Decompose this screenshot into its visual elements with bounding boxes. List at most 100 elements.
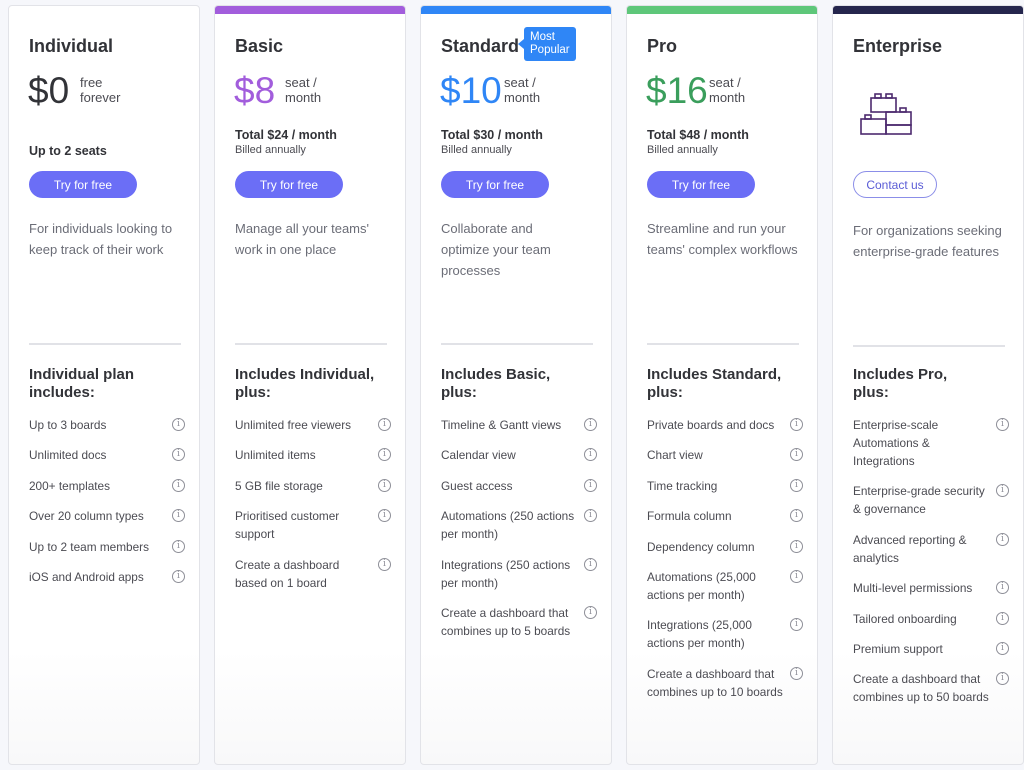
info-icon[interactable]: i [790,509,803,523]
feature-label: Advanced reporting & analytics [853,532,967,565]
features-title: Individual plan includes: [29,366,135,401]
feature-item: Tailored onboarding i [853,610,1009,628]
feature-item: Unlimited free viewers i [235,416,391,434]
feature-item: Multi-level permissions i [853,579,1009,597]
divider [235,343,387,345]
info-icon[interactable]: i [996,484,1009,498]
feature-item: Prioritised customer support i [235,507,391,543]
feature-label: Up to 3 boards [29,418,107,432]
price-unit-line: free [80,75,103,90]
price-unit-line: forever [80,90,121,105]
feature-label: Enterprise-scale Automations & Integrati… [853,418,939,468]
info-icon[interactable]: i [790,448,803,462]
info-icon[interactable]: i [172,539,185,553]
feature-item: Calendar view i [441,446,597,464]
feature-item: Formula column i [647,507,803,525]
feature-label: Tailored onboarding [853,611,957,626]
info-icon[interactable]: i [172,448,185,462]
feature-item: Create a dashboard that combines up to 5… [441,604,597,640]
feature-item: Enterprise-grade security & governance i [853,482,1009,518]
try-for-free-button[interactable]: Try for free [235,171,343,198]
try-for-free-button[interactable]: Try for free [647,171,755,198]
price-unit-line: seat / [709,75,741,90]
price-unit-line: month [285,90,322,105]
feature-list: Up to 3 boards i Unlimited docs i 200+ templ… [29,416,185,598]
feature-label: Integrations (25,000 actions per month) [647,618,752,651]
billing-note: Billed annually [647,144,718,156]
info-icon[interactable]: i [172,569,185,583]
feature-item: Automations (250 actions per month) i [441,507,597,543]
contact-us-button[interactable]: Contact us [853,171,937,198]
plan-price: $0 [28,70,70,111]
plan-description: Manage all your teams' work in one place [235,221,369,257]
info-icon[interactable]: i [378,418,391,431]
info-icon[interactable]: i [172,509,185,523]
info-icon[interactable]: i [172,478,185,492]
info-icon[interactable]: i [584,478,597,492]
info-icon[interactable]: i [378,448,391,462]
price-unit-line: seat / [285,75,317,90]
total-price: Total $24 / month [235,128,337,142]
info-icon[interactable]: i [378,509,391,523]
info-icon[interactable]: i [996,641,1009,655]
info-icon[interactable]: i [996,581,1009,595]
info-icon[interactable]: i [584,448,597,462]
most-popular-badge: Most Popular [518,27,576,61]
info-icon[interactable]: i [584,509,597,523]
feature-item: Create a dashboard that combines up to 1… [647,665,803,701]
feature-item: iOS and Android apps i [29,568,185,586]
info-icon[interactable]: i [790,618,803,632]
feature-item: 5 GB file storage i [235,477,391,495]
plan-name: Enterprise [853,36,943,56]
info-icon[interactable]: i [996,611,1009,625]
feature-label: Up to 2 team members [29,539,149,554]
feature-list: Private boards and docs i Chart view i Time … [647,416,803,713]
info-icon[interactable]: i [378,478,391,492]
feature-label: Unlimited free viewers [235,418,352,432]
feature-item: 200+ templates i [29,477,185,495]
feature-label: 5 GB file storage [235,478,323,493]
feature-item: Up to 2 team members i [29,538,185,556]
feature-item: Dependency column i [647,538,803,556]
price-unit: free forever [80,75,120,105]
info-icon[interactable]: i [790,666,803,680]
plan-description: For organizations seeking enterprise-gra… [853,223,1002,259]
try-for-free-button[interactable]: Try for free [29,171,137,198]
feature-label: Time tracking [647,478,718,493]
info-icon[interactable]: i [584,605,597,619]
plan-card-individual: Individual $0 free forever Up to 2 seats… [8,5,200,765]
feature-label: Multi-level permissions [853,581,973,596]
plan-card-standard: Standard Most Popular $10 seat / month T… [420,5,612,765]
features-title: Includes Individual, plus: [235,366,375,401]
info-icon[interactable]: i [996,532,1009,546]
info-icon[interactable]: i [172,418,185,431]
accent-bar [627,6,817,14]
try-for-free-button[interactable]: Try for free [441,171,549,198]
feature-label: Unlimited items [235,448,316,463]
feature-item: Over 20 column types i [29,507,185,525]
info-icon[interactable]: i [584,557,597,571]
total-price: Total $30 / month [441,128,543,142]
plan-description: Streamline and run your teams' complex w… [647,221,798,257]
info-icon[interactable]: i [790,418,803,431]
feature-label: Integrations (250 actions per month) [441,557,571,590]
accent-bar [833,6,1023,14]
info-icon[interactable]: i [790,539,803,553]
billing-note: Billed annually [235,144,306,156]
feature-item: Create a dashboard that combines up to 5… [853,670,1009,706]
info-icon[interactable]: i [584,418,597,431]
feature-label: Chart view [647,448,703,463]
feature-list: Timeline & Gantt views i Calendar view i Gue… [441,416,597,652]
info-icon[interactable]: i [996,418,1009,431]
feature-list: Enterprise-scale Automations & Integrati… [853,416,1009,719]
total-price: Total $48 / month [647,128,749,142]
badge-line: Most [530,31,555,43]
info-icon[interactable]: i [996,672,1009,686]
divider [441,343,593,345]
info-icon[interactable]: i [378,557,391,571]
info-icon[interactable]: i [790,478,803,492]
feature-label: Guest access [441,478,513,493]
info-icon[interactable]: i [790,569,803,583]
features-title: Includes Pro, plus: [853,366,948,401]
feature-label: Automations (25,000 actions per month) [647,569,756,602]
